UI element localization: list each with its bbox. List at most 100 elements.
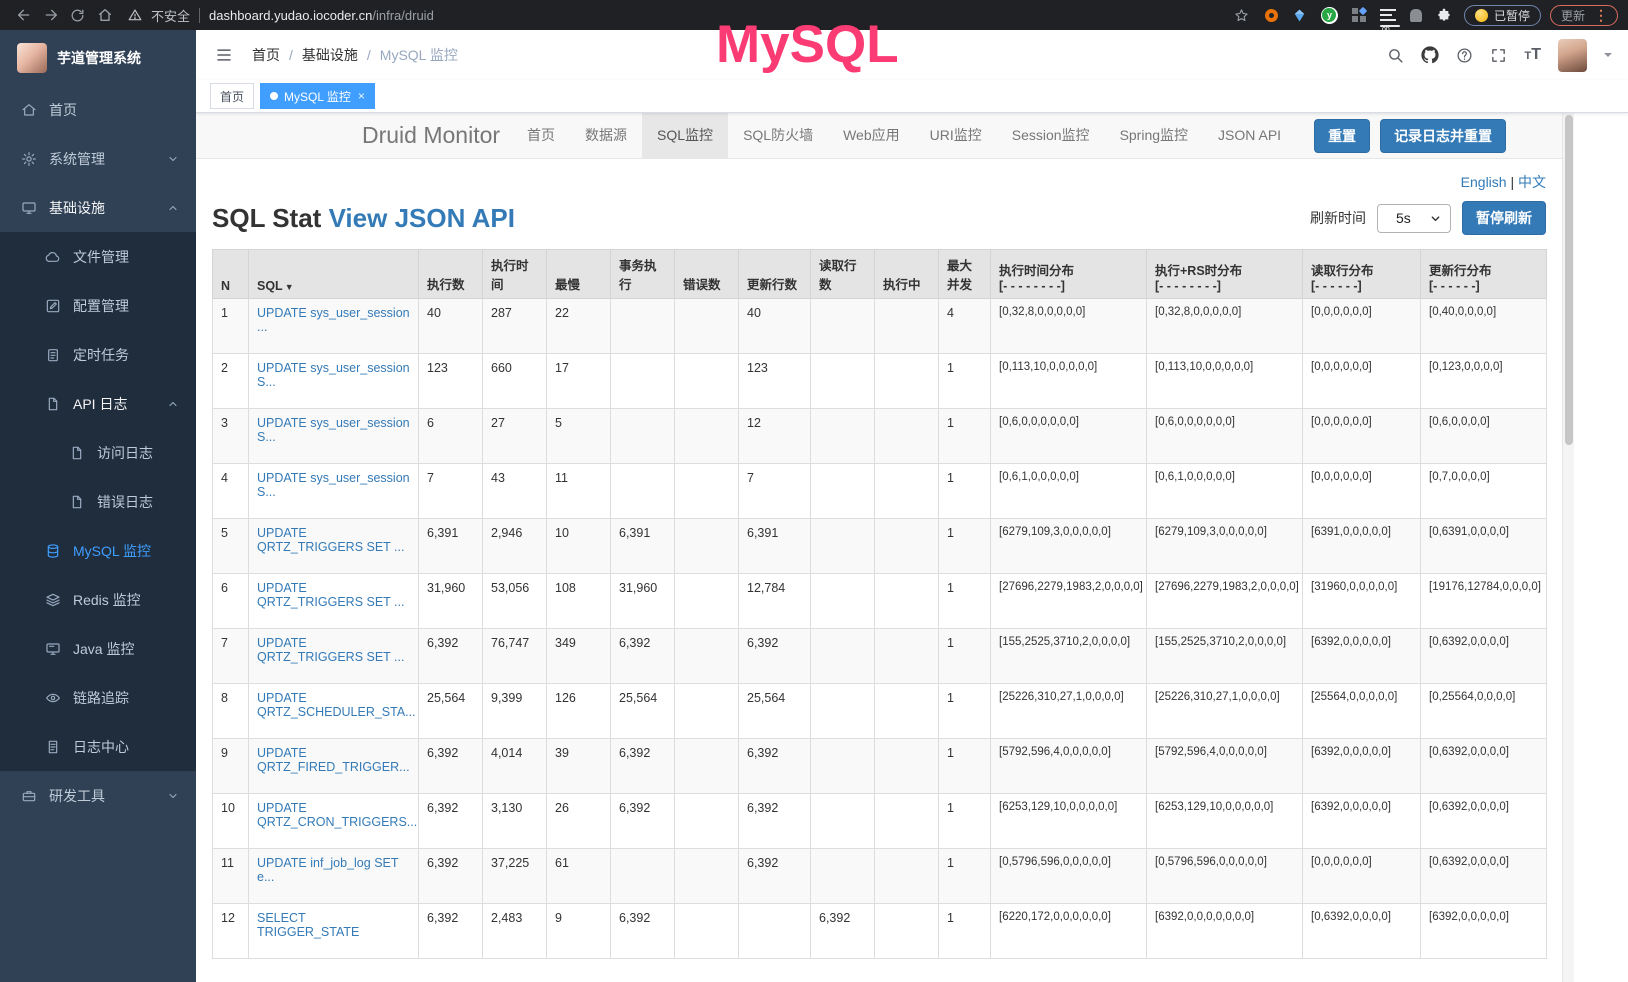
sidebar-item[interactable]: 定时任务 [0,330,196,379]
druid-nav-item[interactable]: Web应用 [828,113,915,158]
druid-nav-item[interactable]: 数据源 [570,113,642,158]
running-cell [875,409,939,464]
druid-nav-item[interactable]: SQL防火墙 [728,113,828,158]
font-size-icon[interactable]: TT [1524,46,1541,64]
extension-donut-icon[interactable] [1265,9,1278,22]
sql-link[interactable]: UPDATE QRTZ_TRIGGERS SET ... [257,526,404,554]
view-json-api-link[interactable]: View JSON API [329,203,515,233]
sidebar-item[interactable]: MySQL 监控 [0,526,196,575]
search-icon[interactable] [1387,47,1404,64]
profile-paused-badge[interactable]: 已暂停 [1464,5,1541,26]
sidebar-item[interactable]: 访问日志 [0,428,196,477]
sidebar-item[interactable]: Java 监控 [0,624,196,673]
sidebar-item[interactable]: 首页 [0,85,196,134]
lang-chinese-link[interactable]: 中文 [1518,174,1546,190]
sql-link[interactable]: UPDATE QRTZ_CRON_TRIGGERS... [257,801,417,829]
column-header[interactable]: 执行数 [419,250,483,299]
close-icon[interactable]: × [358,89,365,103]
browser-update-button[interactable]: 更新⋮ [1550,5,1618,26]
avatar[interactable] [1558,39,1587,72]
sql-link[interactable]: UPDATE sys_user_session S... [257,471,410,499]
column-header[interactable]: 读取行数 [811,250,875,299]
pause-refresh-button[interactable]: 暂停刷新 [1462,201,1546,235]
sql-link[interactable]: UPDATE sys_user_session S... [257,416,410,444]
bookmark-star-icon[interactable] [1234,8,1249,23]
extension-y-icon[interactable]: y [1321,7,1338,24]
column-header[interactable]: 更新行数 [739,250,811,299]
extension-squares-icon[interactable] [1352,8,1366,22]
fullscreen-icon[interactable] [1490,47,1507,64]
column-header[interactable]: 最大并发 [939,250,991,299]
app-title: 芋道管理系统 [57,48,141,68]
lang-english-link[interactable]: English [1461,174,1507,190]
tag-item[interactable]: 首页 [210,83,254,109]
column-header[interactable]: SQL▼ [249,250,419,299]
sidebar-item[interactable]: 系统管理 [0,134,196,183]
address-bar[interactable]: 不安全 dashboard.yudao.iocoder.cn/infra/dru… [128,6,1265,25]
update-rows-cell: 123 [739,354,811,409]
chevron-down-icon[interactable] [1604,53,1612,61]
sidebar-item[interactable]: 错误日志 [0,477,196,526]
druid-nav-item[interactable]: JSON API [1203,113,1296,158]
scrollbar-thumb[interactable] [1565,115,1573,445]
hamburger-icon[interactable] [215,46,233,64]
sidebar-item[interactable]: 日志中心 [0,722,196,771]
sql-link[interactable]: UPDATE QRTZ_SCHEDULER_STA... [257,691,416,719]
max-concurrent-cell: 4 [939,299,991,354]
breadcrumb-infra[interactable]: 基础设施 [302,45,358,65]
sidebar-item[interactable]: 配置管理 [0,281,196,330]
help-icon[interactable] [1456,47,1473,64]
column-header[interactable]: 更新行分布[- - - - - -] [1421,250,1547,299]
druid-nav-item[interactable]: URI监控 [915,113,997,158]
extension-person-icon[interactable] [1410,9,1422,22]
refresh-interval-select[interactable]: 5s [1377,204,1451,233]
github-icon[interactable] [1421,46,1439,64]
browser-reload-button[interactable] [64,8,91,23]
column-header[interactable]: 执行时间分布[- - - - - - - -] [991,250,1147,299]
sidebar-item[interactable]: 链路追踪 [0,673,196,722]
druid-nav-item[interactable]: 首页 [512,113,570,158]
sidebar-item[interactable]: Redis 监控 [0,575,196,624]
druid-nav-item[interactable]: SQL监控 [642,113,728,158]
sidebar-item[interactable]: 研发工具 [0,771,196,820]
sidebar-item[interactable]: API 日志 [0,379,196,428]
column-header[interactable]: 读取行分布[- - - - - -] [1303,250,1421,299]
sql-link[interactable]: UPDATE sys_user_session ... [257,306,410,334]
exec-rs-dist-cell: [25226,310,27,1,0,0,0,0] [1147,684,1303,739]
sql-link[interactable]: UPDATE QRTZ_FIRED_TRIGGER... [257,746,410,774]
column-header[interactable]: N [213,250,249,299]
log-and-reset-button[interactable]: 记录日志并重置 [1380,119,1506,153]
sidebar-item[interactable]: 文件管理 [0,232,196,281]
browser-menu-icon[interactable]: ⋮ [1591,7,1611,24]
reset-button[interactable]: 重置 [1314,119,1370,153]
column-header[interactable]: 错误数 [675,250,739,299]
column-header[interactable]: 最慢 [547,250,611,299]
sql-link[interactable]: SELECT TRIGGER_STATE [257,911,359,939]
column-header[interactable]: 执行时间 [483,250,547,299]
exec-time-dist-cell: [25226,310,27,1,0,0,0,0] [991,684,1147,739]
druid-nav-item[interactable]: Spring监控 [1105,113,1203,158]
browser-forward-button[interactable] [37,7,64,23]
sql-link[interactable]: UPDATE inf_job_log SET e... [257,856,398,884]
puzzle-icon[interactable] [1436,7,1452,23]
druid-nav-item[interactable]: Session监控 [997,113,1105,158]
sidebar-item[interactable]: 基础设施 [0,183,196,232]
sort-desc-icon: ▼ [285,282,294,292]
sql-link[interactable]: UPDATE sys_user_session S... [257,361,410,389]
breadcrumb-home[interactable]: 首页 [252,45,280,65]
sql-link[interactable]: UPDATE QRTZ_TRIGGERS SET ... [257,636,404,664]
column-header[interactable]: 执行中 [875,250,939,299]
column-header[interactable]: 执行+RS时分布[- - - - - - - -] [1147,250,1303,299]
column-header[interactable]: 事务执行 [611,250,675,299]
sql-link[interactable]: UPDATE QRTZ_TRIGGERS SET ... [257,581,404,609]
tag-item[interactable]: MySQL 监控× [260,83,375,109]
scrollbar-track[interactable] [1562,113,1574,982]
error-count-cell [675,849,739,904]
extension-list-icon[interactable]: on [1380,8,1396,22]
browser-back-button[interactable] [10,7,37,23]
browser-home-button[interactable] [91,7,118,23]
extension-gem-icon[interactable] [1292,8,1307,23]
druid-brand[interactable]: Druid Monitor [362,122,500,149]
exec-count-cell: 6,392 [419,794,483,849]
table-row: 2UPDATE sys_user_session S...12366017123… [213,354,1547,409]
